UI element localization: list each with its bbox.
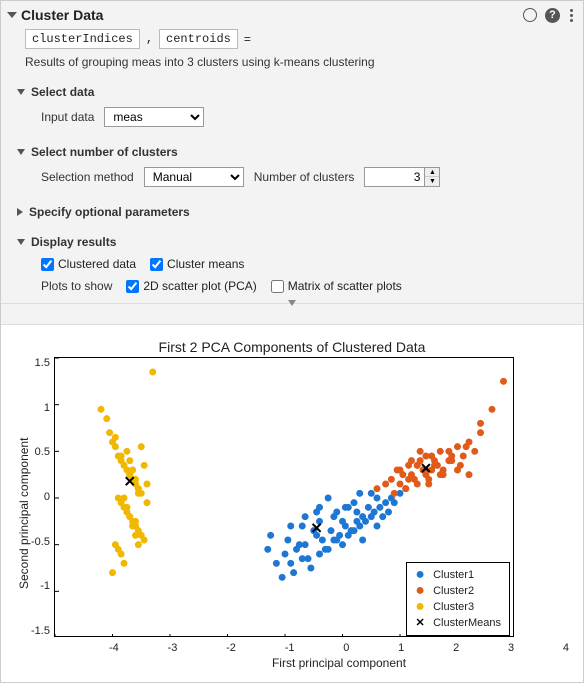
checkbox-label: Clustered data: [58, 257, 136, 271]
section-select-data[interactable]: Select data: [17, 81, 575, 103]
pca-scatter-checkbox[interactable]: 2D scatter plot (PCA): [126, 279, 256, 293]
chart-yticks: 1.510.50-0.5-1-1.5: [31, 357, 54, 637]
checkbox-label: Matrix of scatter plots: [288, 279, 402, 293]
chevron-right-icon: [17, 208, 23, 216]
input-data-select[interactable]: meas: [104, 107, 204, 127]
section-title: Select data: [31, 85, 94, 99]
chart-xlabel: First principal component: [109, 656, 569, 670]
input-data-label: Input data: [41, 110, 94, 124]
section-title: Display results: [31, 235, 116, 249]
help-icon[interactable]: ?: [545, 8, 560, 23]
output-var-2[interactable]: centroids: [159, 29, 238, 49]
equals-label: =: [244, 32, 251, 46]
spinner-down-button[interactable]: ▼: [425, 177, 439, 186]
checkbox-label: Cluster means: [167, 257, 244, 271]
section-title: Specify optional parameters: [29, 205, 190, 219]
plots-to-show-label: Plots to show: [41, 279, 112, 293]
num-clusters-input[interactable]: [364, 167, 424, 187]
panel-title: Cluster Data: [21, 7, 517, 23]
section-display-results[interactable]: Display results: [17, 231, 575, 253]
clustered-data-checkbox[interactable]: Clustered data: [41, 257, 136, 271]
cluster-means-checkbox[interactable]: Cluster means: [150, 257, 244, 271]
selection-method-select[interactable]: Manual: [144, 167, 244, 187]
chart-ylabel: Second principal component: [15, 357, 31, 670]
chevron-down-icon: [17, 239, 25, 245]
chart-xticks: -4-3-2-101234: [109, 640, 569, 654]
num-clusters-label: Number of clusters: [254, 170, 355, 184]
spinner-up-button[interactable]: ▲: [425, 168, 439, 177]
matrix-plots-checkbox[interactable]: Matrix of scatter plots: [271, 279, 402, 293]
output-comma: ,: [146, 32, 153, 46]
kebab-menu-icon[interactable]: [568, 9, 575, 22]
section-title: Select number of clusters: [31, 145, 178, 159]
output-description: Results of grouping meas into 3 clusters…: [25, 55, 375, 69]
panel-toggle-caret[interactable]: [1, 303, 583, 324]
chart-title: First 2 PCA Components of Clustered Data: [15, 339, 569, 355]
chevron-down-icon: [17, 149, 25, 155]
section-optional-params[interactable]: Specify optional parameters: [17, 201, 575, 223]
panel-collapse-icon[interactable]: [7, 12, 17, 18]
output-var-1[interactable]: clusterIndices: [25, 29, 140, 49]
selection-method-label: Selection method: [41, 170, 134, 184]
chevron-down-icon: [17, 89, 25, 95]
checkbox-label: 2D scatter plot (PCA): [143, 279, 256, 293]
status-circle-icon[interactable]: [523, 8, 537, 22]
section-select-clusters[interactable]: Select number of clusters: [17, 141, 575, 163]
